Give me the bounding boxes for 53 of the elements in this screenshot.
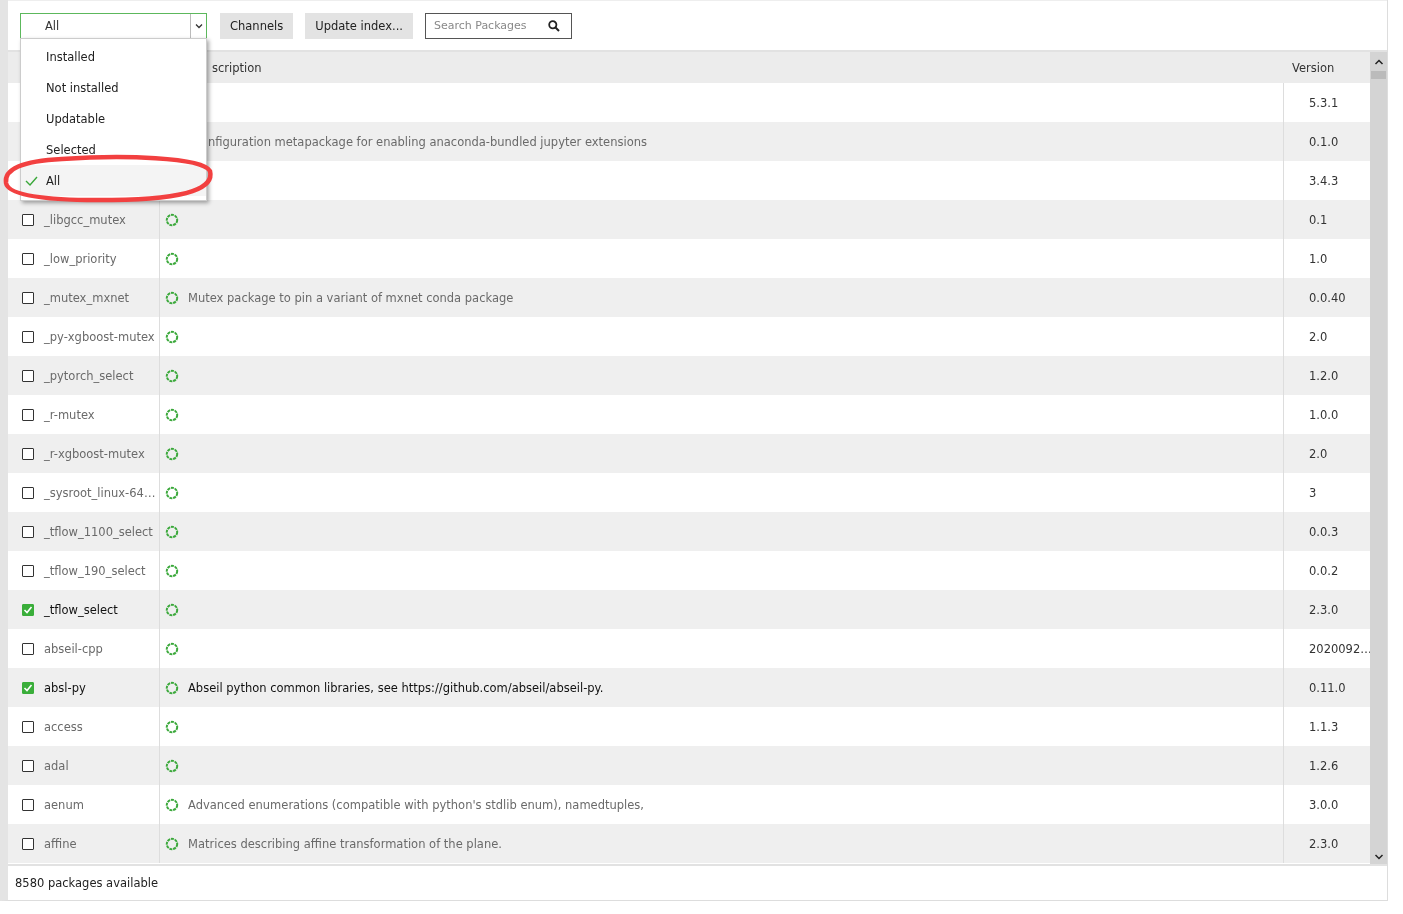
package-name: _tflow_1100_select — [44, 524, 153, 539]
menu-item[interactable]: Not installed — [21, 72, 206, 103]
package-name: aenum — [44, 797, 84, 812]
package-description: nfiguration metapackage for enabling anaconda-bundled jupyter extensions — [208, 134, 647, 149]
toolbar-button[interactable]: Update index... — [305, 12, 413, 39]
package-name: access — [44, 719, 83, 734]
package-name: abseil-cpp — [44, 641, 103, 656]
package-version: 0.0.2 — [1309, 563, 1339, 578]
package-name: affine — [44, 836, 77, 851]
package-name: adal — [44, 758, 69, 773]
package-name: _r-mutex — [44, 407, 95, 422]
package-version: 3 — [1309, 485, 1317, 500]
menu-item[interactable]: Installed — [21, 41, 206, 72]
package-name: _mutex_mxnet — [44, 290, 130, 305]
column-header[interactable]: Version — [1292, 60, 1335, 75]
package-name: _sysroot_linux-64… — [44, 485, 156, 500]
package-version: 1.2.0 — [1309, 368, 1339, 383]
column-header[interactable]: scription — [212, 60, 262, 75]
package-version: 0.11.0 — [1309, 680, 1346, 695]
package-description: Mutex package to pin a variant of mxnet conda package — [188, 290, 514, 305]
package-version: 5.3.1 — [1309, 95, 1339, 110]
menu-item[interactable]: All — [21, 165, 206, 196]
package-version: 2020092… — [1309, 641, 1372, 656]
package-version: 0.0.3 — [1309, 524, 1339, 539]
package-version: 1.2.6 — [1309, 758, 1339, 773]
package-version: 3.0.0 — [1309, 797, 1339, 812]
package-description: Advanced enumerations (compatible with python's stdlib enum), namedtuples, — [188, 797, 644, 812]
search-field[interactable]: Search Packages — [424, 12, 572, 39]
package-version: 2.0 — [1309, 329, 1328, 344]
package-name: _tflow_190_select — [44, 563, 146, 578]
package-description: Matrices describing affine transformation of the plane. — [188, 836, 502, 851]
package-name: _r-xgboost-mutex — [44, 446, 145, 461]
package-version: 1.0 — [1309, 251, 1328, 266]
package-version: 3.4.3 — [1309, 173, 1339, 188]
package-version: 1.0.0 — [1309, 407, 1339, 422]
package-name: _pytorch_select — [44, 368, 134, 383]
toolbar-button[interactable]: Channels — [220, 12, 294, 39]
package-name: _low_priority — [44, 251, 117, 266]
package-name: _tflow_select — [44, 602, 118, 617]
package-name: _py-xgboost-mutex — [44, 329, 155, 344]
package-version: 2.3.0 — [1309, 836, 1339, 851]
package-version: 1.1.3 — [1309, 719, 1339, 734]
package-name: _libgcc_mutex — [44, 212, 126, 227]
status-text: 8580 packages available — [15, 876, 159, 890]
package-version: 2.0 — [1309, 446, 1328, 461]
package-version: 0.1 — [1309, 212, 1328, 227]
package-name: absl-py — [44, 680, 86, 695]
menu-item[interactable]: Updatable — [21, 103, 206, 134]
package-description: Abseil python common libraries, see https://github.com/abseil/abseil-py. — [188, 680, 604, 695]
menu-item[interactable]: Selected — [21, 134, 206, 165]
package-version: 0.1.0 — [1309, 134, 1339, 149]
package-version: 2.3.0 — [1309, 602, 1339, 617]
package-version: 0.0.40 — [1309, 290, 1346, 305]
